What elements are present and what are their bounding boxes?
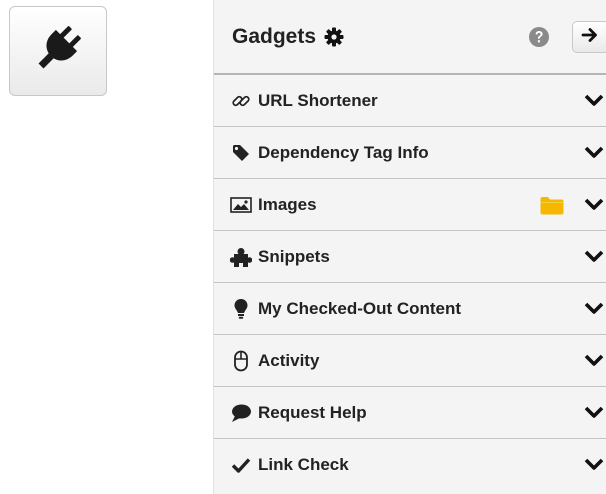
tag-icon: [230, 142, 252, 164]
gadget-link-check[interactable]: Link Check: [214, 439, 606, 491]
chevron-down-icon[interactable]: [584, 248, 604, 269]
gadget-label: Link Check: [258, 455, 349, 474]
checkmark-icon: [230, 454, 252, 476]
image-icon: [230, 194, 252, 216]
plug-launcher-button[interactable]: [9, 6, 107, 96]
chevron-down-icon[interactable]: [584, 196, 604, 217]
folder-icon[interactable]: [539, 194, 565, 221]
arrow-right-icon: [581, 26, 599, 49]
speech-bubble-icon: [230, 402, 252, 424]
chevron-down-icon[interactable]: [584, 144, 604, 165]
lightbulb-icon: [230, 298, 252, 320]
gadget-url-shortener[interactable]: URL Shortener: [214, 75, 606, 127]
gadget-images[interactable]: Images: [214, 179, 606, 231]
gadget-label: Activity: [258, 350, 320, 370]
gadget-label: My Checked-Out Content: [258, 298, 462, 318]
gadget-dependency-tag-info[interactable]: Dependency Tag Info: [214, 127, 606, 179]
chevron-down-icon[interactable]: [584, 300, 604, 321]
gadgets-header: Gadgets: [214, 0, 606, 75]
gadget-activity[interactable]: Activity: [214, 335, 606, 387]
puzzle-icon: [230, 246, 252, 268]
chevron-down-icon[interactable]: [584, 404, 604, 425]
mouse-icon: [230, 350, 252, 372]
gadget-label: Request Help: [258, 402, 367, 422]
chevron-down-icon[interactable]: [584, 92, 604, 113]
link-icon: [230, 90, 252, 112]
question-circle-icon[interactable]: [528, 26, 550, 53]
gadget-label: Snippets: [258, 246, 330, 266]
gadget-label: Dependency Tag Info: [258, 142, 429, 162]
gear-icon[interactable]: [324, 27, 344, 47]
collapse-panel-button[interactable]: [572, 21, 606, 53]
chevron-down-icon[interactable]: [584, 456, 604, 477]
gadgets-panel: Gadgets URL Shortener Dependency Tag Inf…: [213, 0, 606, 494]
gadget-my-checked-out-content[interactable]: My Checked-Out Content: [214, 283, 606, 335]
panel-title: Gadgets: [232, 24, 317, 48]
chevron-down-icon[interactable]: [584, 352, 604, 373]
gadget-label: Images: [258, 194, 317, 214]
gadget-request-help[interactable]: Request Help: [214, 387, 606, 439]
gadget-label: URL Shortener: [258, 90, 378, 110]
plug-icon: [32, 23, 84, 80]
gadget-snippets[interactable]: Snippets: [214, 231, 606, 283]
